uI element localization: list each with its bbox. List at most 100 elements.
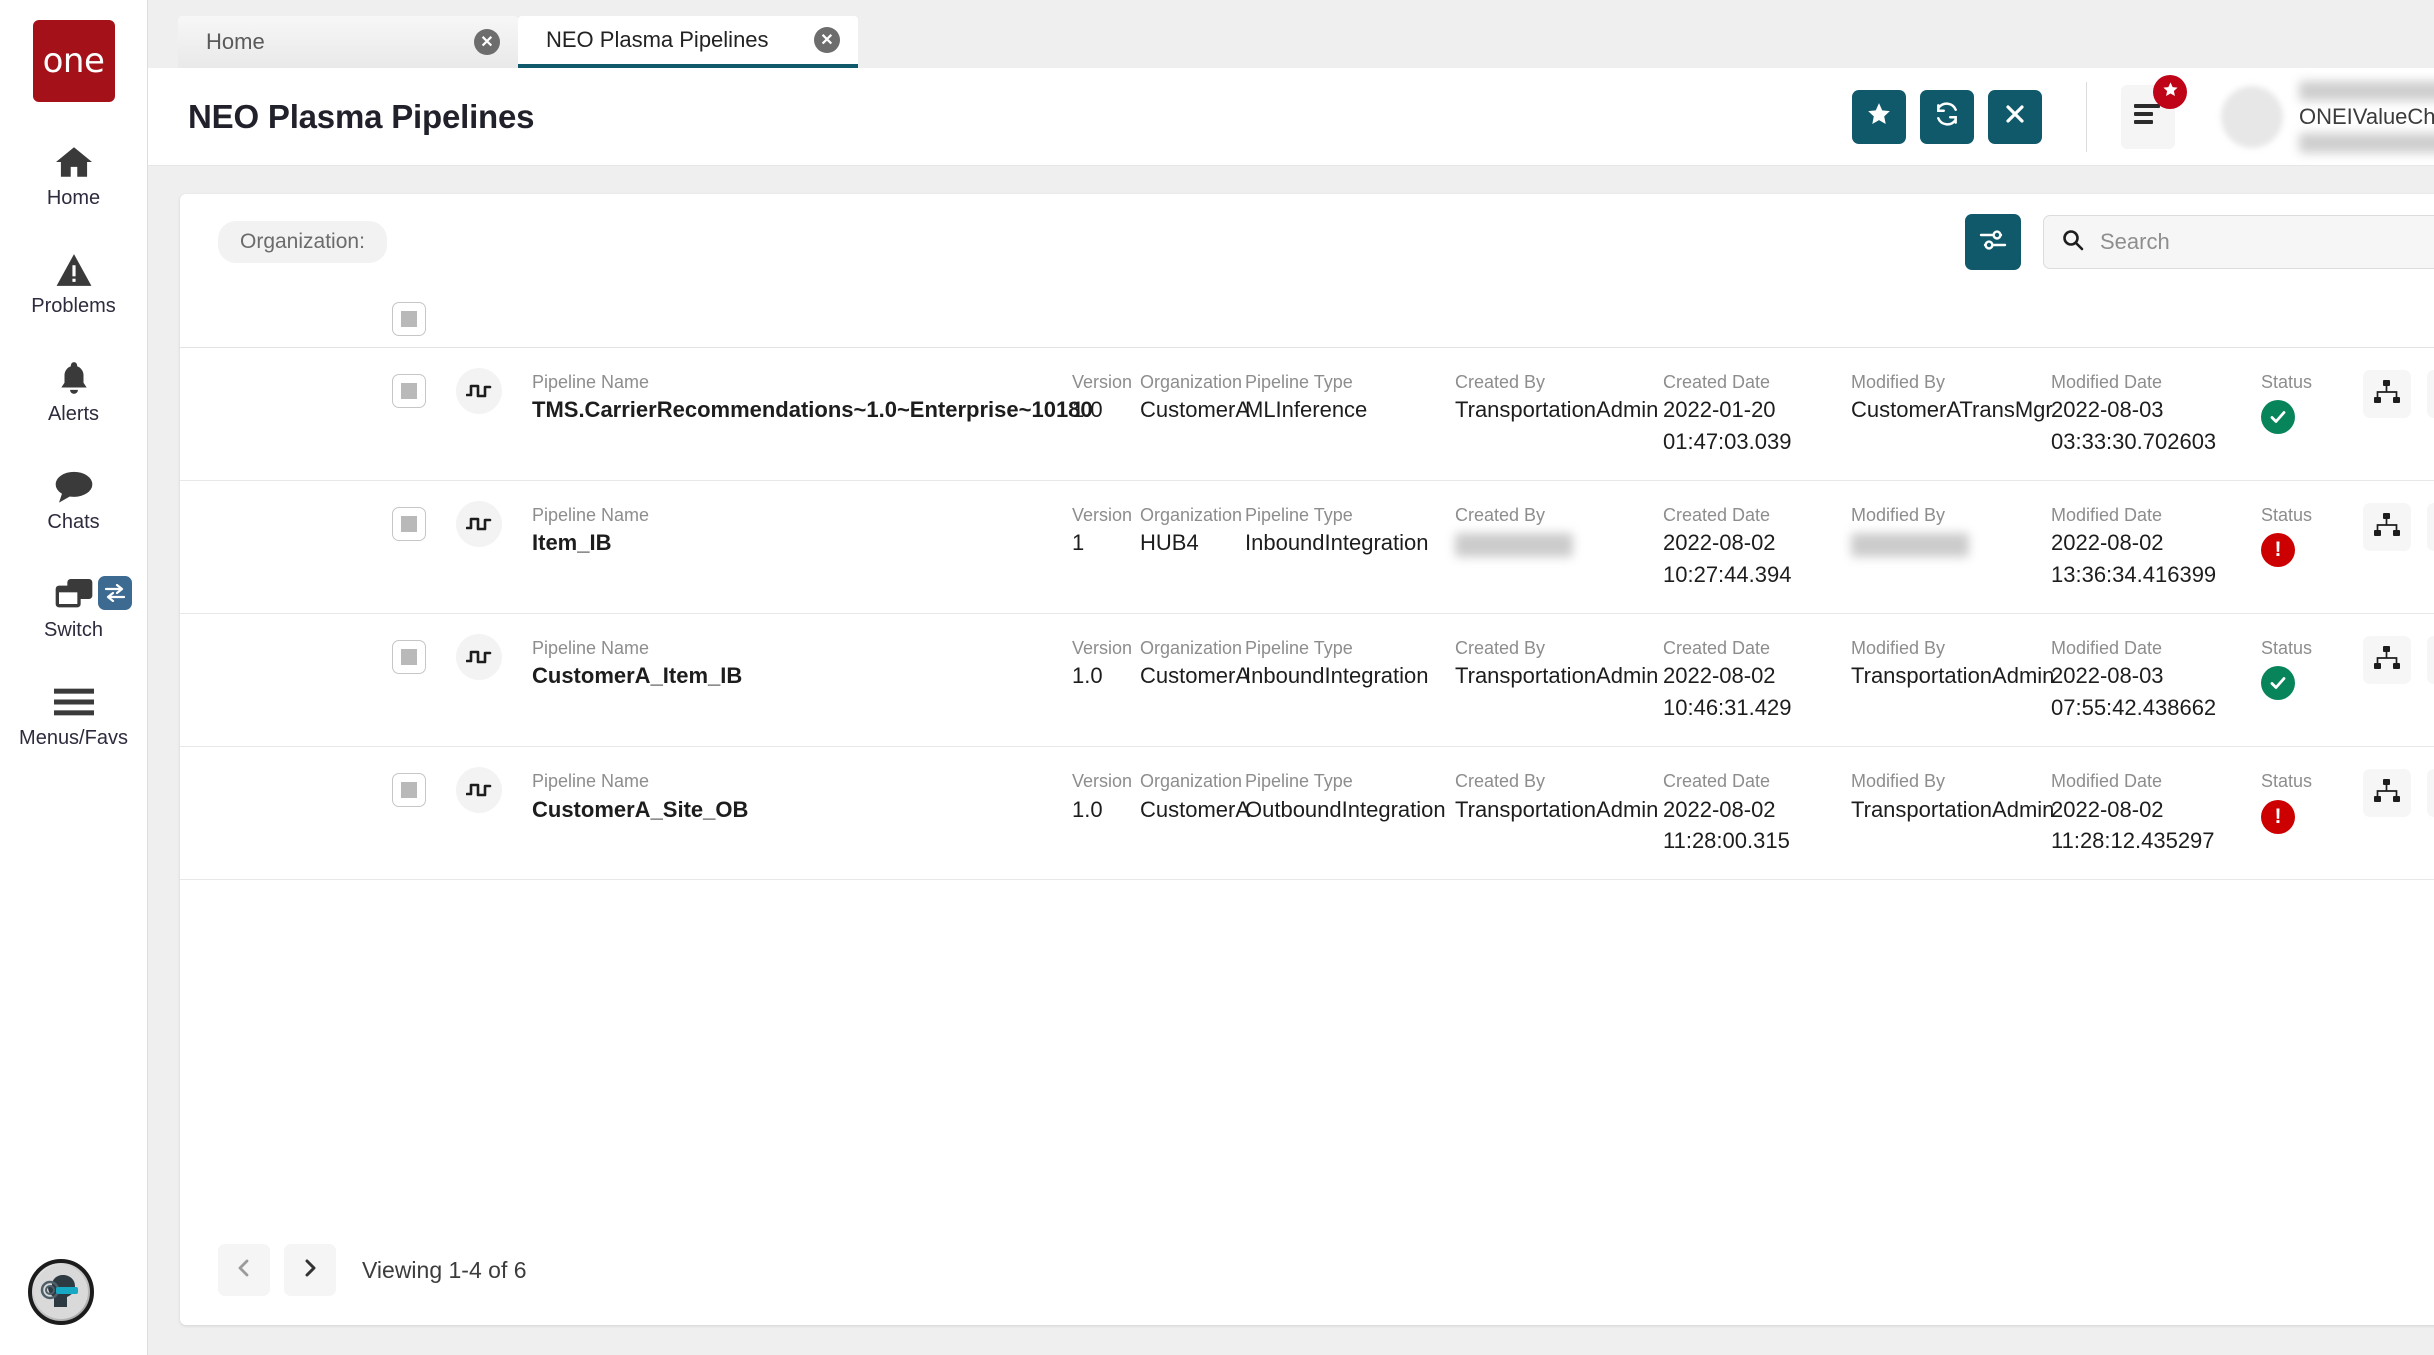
table-empty-space [180, 880, 2434, 1215]
cell-value: CustomerA [1140, 660, 1231, 692]
sidebar-item-problems[interactable]: Problems [0, 250, 148, 318]
chevron-left-icon [233, 1257, 255, 1284]
cell-label: Pipeline Name [532, 636, 1058, 660]
close-icon[interactable]: ✕ [474, 29, 500, 55]
cell-type: Pipeline TypeOutboundIntegration [1245, 769, 1455, 825]
cell-cby: Created By [1455, 503, 1663, 557]
row-checkbox[interactable] [392, 374, 426, 408]
brand-logo[interactable]: one [33, 20, 115, 102]
avatar[interactable] [2221, 86, 2283, 148]
user-role: ONEIValueChainAdmin [2299, 104, 2434, 130]
cell-label: Pipeline Name [532, 503, 1058, 527]
chevron-right-icon [299, 1257, 321, 1284]
cell-label: Organization [1140, 636, 1231, 660]
cell-value: 2022-08-02 11:28:00.315 [1663, 794, 1837, 858]
cell-label: Modified By [1851, 769, 2037, 793]
main-stage: Home ✕ NEO Plasma Pipelines ✕ NEO Plasma… [148, 0, 2434, 1355]
view-flow-button[interactable] [2363, 769, 2411, 817]
cell-value: InboundIntegration [1245, 660, 1441, 692]
menu-button[interactable] [2121, 85, 2175, 149]
search-input[interactable] [2100, 229, 2434, 255]
cell-label: Created Date [1663, 503, 1837, 527]
cell-name name: Pipeline NameTMS.CarrierRecommendations~… [532, 370, 1072, 426]
row-checkbox[interactable] [392, 773, 426, 807]
cell-label: Pipeline Name [532, 370, 1058, 394]
close-icon[interactable]: ✕ [814, 27, 840, 53]
close-panel-button[interactable] [1988, 90, 2042, 144]
cell-value: CustomerA_Item_IB [532, 660, 1058, 692]
tab-home[interactable]: Home ✕ [178, 16, 518, 68]
tab-neo-plasma-pipelines[interactable]: NEO Plasma Pipelines ✕ [518, 16, 858, 68]
cell-mdate: Modified Date2022-08-02 11:28:12.435297 [2051, 769, 2261, 857]
cell-label: Status [2261, 503, 2312, 527]
sidebar-item-alerts[interactable]: Alerts [0, 358, 148, 426]
cell-label: Pipeline Type [1245, 769, 1441, 793]
bell-icon [56, 358, 92, 398]
tab-strip: Home ✕ NEO Plasma Pipelines ✕ [148, 0, 2434, 68]
table-row[interactable]: Pipeline NameCustomerA_Site_OBVersion1.0… [180, 747, 2434, 880]
view-flow-button[interactable] [2363, 370, 2411, 418]
cell-label: Pipeline Type [1245, 503, 1441, 527]
filter-button[interactable] [1965, 214, 2021, 270]
cell-label: Modified Date [2051, 503, 2247, 527]
refresh-icon [1934, 101, 1960, 132]
hamburger-icon [54, 682, 94, 722]
search-box[interactable] [2043, 215, 2434, 269]
edit-button[interactable] [2427, 769, 2434, 817]
sidebar-item-menus-favs[interactable]: Menus/Favs [0, 682, 148, 750]
sliders-filter-icon [1979, 227, 2007, 258]
cell-label: Created Date [1663, 636, 1837, 660]
sidebar-label-home: Home [47, 187, 100, 210]
edit-button[interactable] [2427, 370, 2434, 418]
cell-mdate: Modified Date2022-08-03 03:33:30.702603 [2051, 370, 2261, 458]
table-row[interactable]: Pipeline NameCustomerA_Item_IBVersion1.0… [180, 614, 2434, 747]
user-name-redacted [2299, 81, 2434, 101]
refresh-button[interactable] [1920, 90, 1974, 144]
view-flow-button[interactable] [2363, 636, 2411, 684]
row-actions [2347, 370, 2434, 418]
sidebar-item-home[interactable]: Home [0, 142, 148, 210]
menu-list-icon [2134, 101, 2162, 132]
cell-mdate: Modified Date2022-08-02 13:36:34.416399 [2051, 503, 2261, 591]
cell-label: Organization [1140, 370, 1231, 394]
cell-value: 2022-08-03 07:55:42.438662 [2051, 660, 2247, 724]
page-title: NEO Plasma Pipelines [188, 98, 534, 136]
user-org-redacted [2299, 133, 2434, 153]
sidebar-item-chats[interactable]: Chats [0, 466, 148, 534]
next-page-button[interactable] [284, 1244, 336, 1296]
cell-mdate: Modified Date2022-08-03 07:55:42.438662 [2051, 636, 2261, 724]
warning-triangle-icon [55, 250, 93, 290]
cell-cdate: Created Date2022-08-02 10:27:44.394 [1663, 503, 1851, 591]
row-checkbox[interactable] [392, 507, 426, 541]
cell-label: Created Date [1663, 370, 1837, 394]
brand-logo-text: one [43, 41, 105, 81]
cell-cby: Created ByTransportationAdmin [1455, 636, 1663, 692]
organization-filter-chip[interactable]: Organization: [218, 221, 387, 263]
prev-page-button[interactable] [218, 1244, 270, 1296]
cell-label: Modified Date [2051, 370, 2247, 394]
list-toolbar: Organization: [180, 194, 2434, 290]
cell-value: TransportationAdmin [1851, 794, 2037, 826]
sidebar-item-switch[interactable]: Switch [0, 574, 148, 642]
cell-label: Pipeline Name [532, 769, 1058, 793]
cell-label: Organization [1140, 769, 1231, 793]
sidebar-label-menus-favs: Menus/Favs [19, 727, 128, 750]
row-checkbox[interactable] [392, 640, 426, 674]
cell-label: Created By [1455, 370, 1649, 394]
edit-button[interactable] [2427, 503, 2434, 551]
cell-label: Pipeline Type [1245, 370, 1441, 394]
table-row[interactable]: Pipeline NameTMS.CarrierRecommendations~… [180, 348, 2434, 481]
search-icon [2062, 229, 2084, 256]
menu-badge [2153, 75, 2187, 109]
cell-label: Organization [1140, 503, 1231, 527]
cell-label: Version [1072, 370, 1126, 394]
view-flow-button[interactable] [2363, 503, 2411, 551]
sidebar-label-alerts: Alerts [48, 403, 99, 426]
swap-arrows-icon[interactable] [98, 576, 132, 610]
robot-assistant-avatar[interactable] [28, 1259, 94, 1325]
favorite-button[interactable] [1852, 90, 1906, 144]
table-row[interactable]: Pipeline NameItem_IBVersion1Organization… [180, 481, 2434, 614]
cell-label: Created By [1455, 769, 1649, 793]
select-all-checkbox[interactable] [392, 302, 426, 336]
edit-button[interactable] [2427, 636, 2434, 684]
